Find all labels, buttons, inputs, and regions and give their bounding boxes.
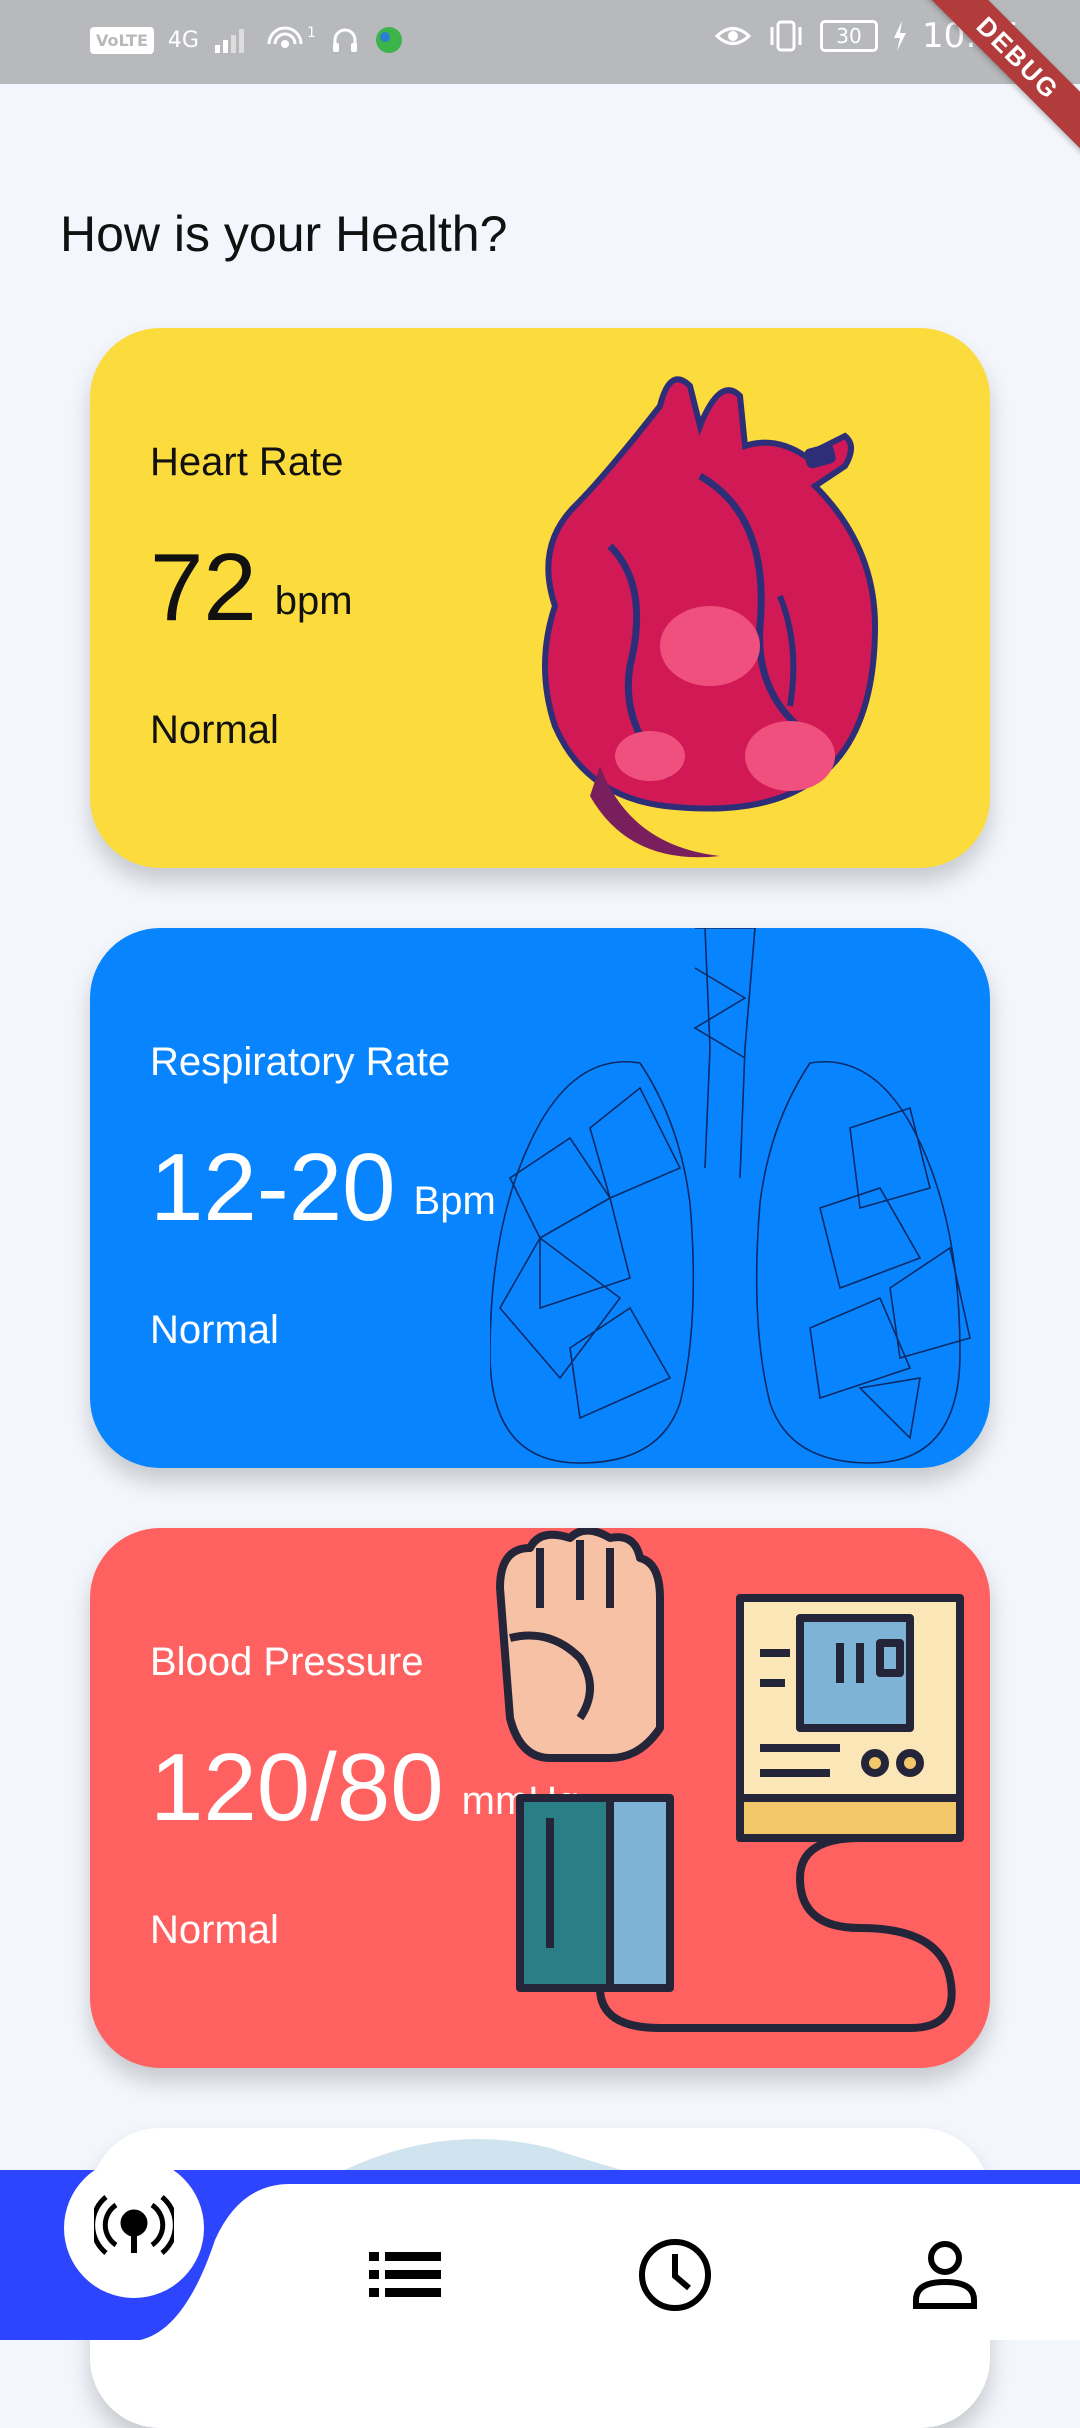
respiratory-rate-card[interactable]: Respiratory Rate 12-20 Bpm Normal — [90, 928, 990, 1468]
nav-item-list[interactable] — [355, 2225, 455, 2325]
card-unit: Bpm — [413, 1179, 496, 1223]
page-title: How is your Health? — [60, 206, 508, 262]
volte-icon: VoLTE — [90, 26, 154, 54]
hotspot-icon — [267, 26, 303, 48]
eye-icon — [714, 27, 752, 45]
broadcast-icon — [94, 2195, 174, 2255]
card-status: Normal — [150, 1908, 279, 1952]
heart-rate-card[interactable]: Heart Rate 72 bpm Normal — [90, 328, 990, 868]
heart-illustration — [542, 376, 879, 858]
charging-icon — [894, 21, 907, 51]
status-left-icons: VoLTE 4G 1 — [90, 22, 404, 58]
nav-item-live[interactable] — [64, 2158, 204, 2298]
card-unit: bpm — [274, 579, 353, 623]
person-icon — [913, 2241, 977, 2309]
card-title: Blood Pressure — [150, 1640, 424, 1684]
network-label: 4G — [167, 27, 199, 53]
card-value: 72 bpm — [150, 538, 353, 651]
status-bar: VoLTE 4G 1 30 10: — [0, 0, 1080, 84]
app-icon — [375, 27, 402, 53]
clock-icon — [639, 2239, 711, 2311]
blood-pressure-value: 120/80 — [150, 1734, 444, 1841]
vibrate-icon — [770, 20, 802, 52]
card-title: Respiratory Rate — [150, 1040, 451, 1084]
card-title: Heart Rate — [150, 440, 344, 484]
blood-pressure-monitor-illustration — [496, 1528, 964, 2032]
blood-pressure-card[interactable]: Blood Pressure 120/80mmHg Normal — [90, 1528, 990, 2068]
signal-icon — [214, 29, 244, 53]
hotspot-count: 1 — [306, 25, 316, 41]
heart-rate-value: 72 — [150, 534, 257, 641]
lungs-illustration — [490, 928, 971, 1464]
list-icon — [369, 2252, 441, 2297]
card-status: Normal — [150, 1308, 279, 1352]
card-value: 12-20 Bpm — [150, 1138, 496, 1251]
headphones-icon — [332, 28, 357, 52]
nav-item-profile[interactable] — [895, 2225, 995, 2325]
respiratory-rate-value: 12-20 — [150, 1134, 396, 1241]
card-status: Normal — [150, 708, 279, 752]
battery-icon: 30 — [820, 20, 879, 52]
nav-item-history[interactable] — [625, 2225, 725, 2325]
